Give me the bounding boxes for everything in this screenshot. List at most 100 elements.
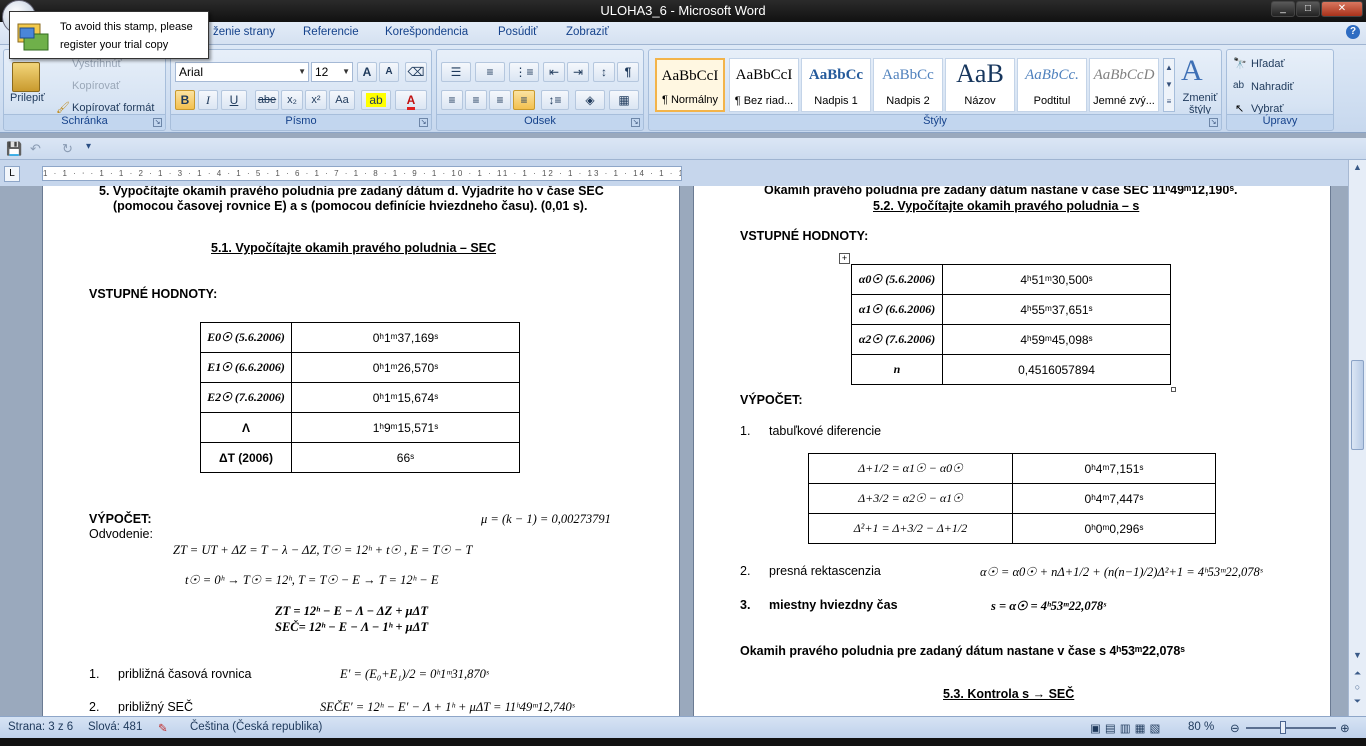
table-cell-key: E1☉ (6.6.2006) [200,352,292,383]
font-name-combo[interactable]: Arial ▼ [175,62,309,82]
customize-qat-icon[interactable]: ▾ [86,141,91,152]
scroll-down-icon[interactable]: ▼ [1351,650,1364,660]
style-title[interactable]: AaB Názov [945,58,1015,112]
paste-icon[interactable] [12,62,40,92]
style-name: Názov [964,95,996,107]
sort-icon[interactable]: ↕ [593,62,615,82]
multilevel-list-icon[interactable]: ⋮≡ [509,62,539,82]
strikethrough-button[interactable]: abe [255,90,279,110]
scroll-thumb[interactable] [1351,360,1364,450]
style-normal[interactable]: AaBbCcI ¶ Normálny [655,58,725,112]
select-browse-object-icon[interactable]: ○ [1351,682,1364,692]
zoom-slider-thumb[interactable] [1280,721,1286,734]
vertical-scrollbar[interactable]: ▲ ▼ ⏶ ○ ⏷ [1348,160,1366,716]
zoom-slider[interactable] [1246,727,1336,729]
page-right[interactable]: Okamih pravého poludnia pre zadaný dátum… [693,186,1331,716]
show-formatting-button[interactable]: ¶ [617,62,639,82]
tab-selector-button[interactable]: L [4,166,20,182]
align-left-icon[interactable]: ≡ [441,90,463,110]
font-size-combo[interactable]: 12 ▼ [311,62,353,82]
line-spacing-icon[interactable]: ↕≡ [541,90,569,110]
step-1-label-right: tabuľkové diferencie [769,424,882,438]
align-right-icon[interactable]: ≡ [489,90,511,110]
maximize-button[interactable]: □ [1296,1,1320,17]
font-size-value: 12 [315,65,329,79]
style-sample: AaB [956,59,1004,88]
horizontal-ruler[interactable]: 1 · 1 · ⸱ · 1 · 1 · 2 · 1 · 3 · 1 · 4 · … [42,166,682,181]
style-sample: AaBbCcD [1093,67,1155,83]
save-icon[interactable]: 💾 [6,141,22,157]
style-heading-2[interactable]: AaBbCc Nadpis 2 [873,58,943,112]
shrink-font-button[interactable]: A [379,62,399,82]
clipboard-dialog-launcher[interactable]: ↘ [153,118,162,127]
view-buttons-icon[interactable]: ▣▤▥▦▧ [1090,721,1164,735]
grow-font-button[interactable]: A [357,62,377,82]
proofing-icon[interactable]: ✎ [158,721,168,735]
bold-button[interactable]: B [175,90,195,110]
style-sample: AaBbCcI [661,68,719,84]
underline-button[interactable]: U [221,90,247,110]
table-row: ΔT (2006) 66ˢ [200,442,520,473]
previous-page-icon[interactable]: ⏶ [1351,668,1364,679]
page-count[interactable]: Strana: 3 z 6 [8,721,73,733]
trial-logo-icon [17,23,49,51]
copy-button[interactable]: Kopírovať [72,80,120,92]
decrease-indent-icon[interactable]: ⇤ [543,62,565,82]
numbering-icon[interactable]: ≡ [475,62,505,82]
style-subtitle[interactable]: AaBbCc. Podtitul [1017,58,1087,112]
shading-icon[interactable]: ◈ [575,90,605,110]
step-3-number-right: 3. [740,598,751,612]
zoom-out-icon[interactable]: ⊖ [1230,721,1240,735]
inputs-label: VSTUPNÉ HODNOTY: [89,287,218,301]
bullets-icon[interactable]: ☰ [441,62,471,82]
justify-icon[interactable]: ≡ [513,90,535,110]
style-heading-1[interactable]: AaBbCc Nadpis 1 [801,58,871,112]
align-center-icon[interactable]: ≡ [465,90,487,110]
redo-icon[interactable]: ↻ [62,141,73,157]
borders-icon[interactable]: ▦ [609,90,639,110]
scroll-up-icon[interactable]: ▲ [1351,162,1364,172]
cut-button[interactable]: Vystrihnúť [72,58,122,70]
highlight-color-button[interactable]: ab [361,90,391,110]
font-color-button[interactable]: A [395,90,427,110]
styles-dialog-launcher[interactable]: ↘ [1209,118,1218,127]
zoom-in-icon[interactable]: ⊕ [1340,721,1350,735]
italic-button[interactable]: I [198,90,218,110]
tab-page-layout[interactable]: ženie strany [213,26,275,38]
tab-mailings[interactable]: Korešpondencia [385,26,468,38]
next-page-icon[interactable]: ⏷ [1351,696,1364,707]
paragraph-dialog-launcher[interactable]: ↘ [631,118,640,127]
word-count[interactable]: Slová: 481 [88,721,142,733]
tab-references[interactable]: Referencie [303,26,359,38]
table-resize-handle[interactable] [1171,387,1176,392]
clear-formatting-icon[interactable]: ⌫ [405,62,427,82]
find-button[interactable]: Hľadať [1251,58,1285,70]
language-indicator[interactable]: Čeština (Česká republika) [190,721,322,733]
help-icon[interactable]: ? [1346,25,1360,39]
zoom-level[interactable]: 80 % [1188,721,1214,733]
close-button[interactable]: ✕ [1321,1,1363,17]
table-move-handle-icon[interactable]: + [839,253,850,264]
paste-button[interactable]: Prilepiť [10,92,45,104]
format-painter-button[interactable]: Kopírovať formát [72,102,154,114]
change-styles-button[interactable]: Zmeniť štýly [1180,92,1220,116]
increase-indent-icon[interactable]: ⇥ [567,62,589,82]
font-dialog-launcher[interactable]: ↘ [419,118,428,127]
superscript-button[interactable]: x² [305,90,327,110]
style-name: ¶ Bez riad... [734,95,794,107]
step-2-equation: SEČE′ = 12ʰ − E′ − Λ + 1ʰ + μΔT = 11ʰ49ᵐ… [320,700,575,714]
tab-review[interactable]: Posúdiť [498,26,537,38]
calc-label-right: VÝPOČET: [740,393,803,407]
undo-icon[interactable]: ↶ [30,141,41,157]
style-subtle-emphasis[interactable]: AaBbCcD Jemné zvý... [1089,58,1159,112]
page-left[interactable]: 5. Vypočítajte okamih pravého poludnia p… [42,186,680,716]
change-case-button[interactable]: Aa [329,90,355,110]
replace-button[interactable]: Nahradiť [1251,81,1294,93]
step-2-label-right: presná rektascenzia [769,564,881,578]
minimize-button[interactable]: _ [1271,1,1295,17]
style-no-spacing[interactable]: AaBbCcI ¶ Bez riad... [729,58,799,112]
subscript-button[interactable]: x₂ [281,90,303,110]
styles-gallery-scroll[interactable]: ▲ ▼ ≡ [1163,58,1175,112]
styles-group-label: Štýly [649,114,1221,129]
tab-view[interactable]: Zobraziť [566,26,609,38]
